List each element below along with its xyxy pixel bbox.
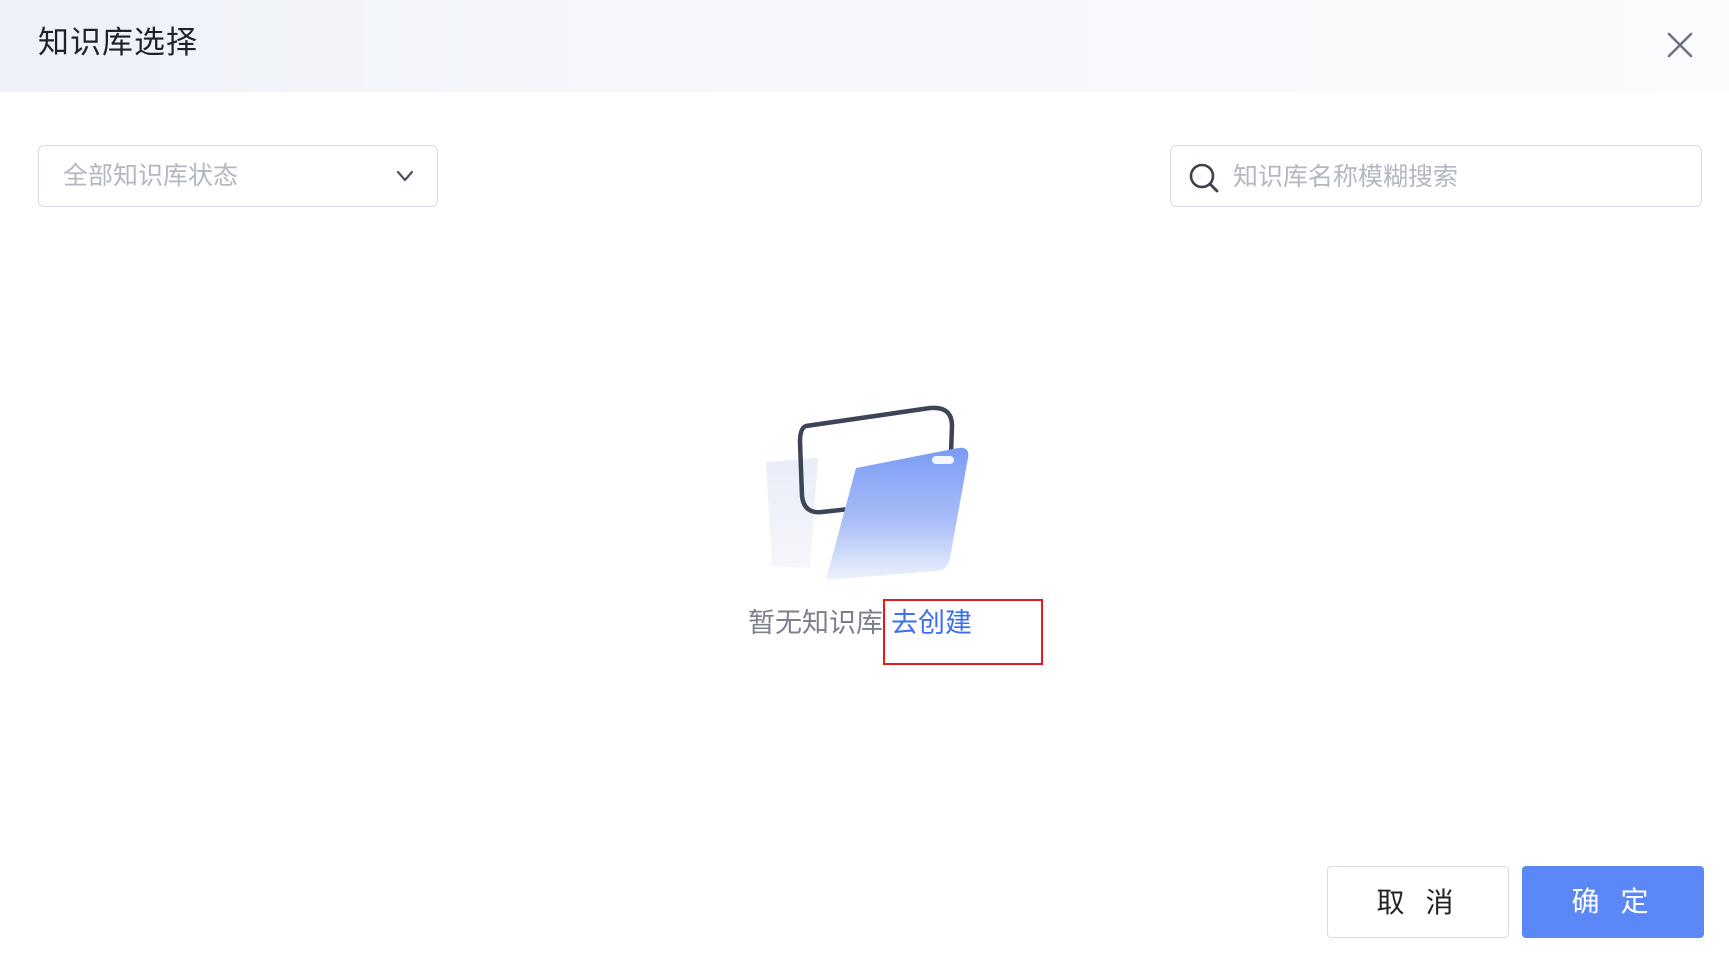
- empty-state-message: 暂无知识库 去创建: [748, 604, 972, 644]
- status-filter-value: 全部知识库状态: [63, 161, 239, 190]
- chevron-down-icon: [396, 170, 414, 182]
- search-box: [1170, 145, 1702, 207]
- search-icon: [1189, 163, 1219, 193]
- empty-folder-illustration: [766, 405, 969, 580]
- cancel-button[interactable]: 取 消: [1327, 866, 1509, 938]
- knowledge-base-select-dialog: 知识库选择 全部知识库状态 知识库名称模糊搜索 暂无知识库 去创建 取 消 确 …: [0, 0, 1729, 970]
- close-button[interactable]: [1665, 30, 1695, 60]
- dialog-title: 知识库选择: [38, 25, 198, 61]
- confirm-button[interactable]: 确 定: [1522, 866, 1704, 938]
- dialog-header: 知识库选择: [0, 0, 1729, 92]
- create-knowledge-base-link[interactable]: 去创建: [891, 608, 972, 639]
- empty-state-label: 暂无知识库: [748, 608, 883, 639]
- search-input[interactable]: [1233, 156, 1683, 196]
- status-filter-select[interactable]: 全部知识库状态: [38, 145, 438, 207]
- close-icon: [1667, 32, 1693, 58]
